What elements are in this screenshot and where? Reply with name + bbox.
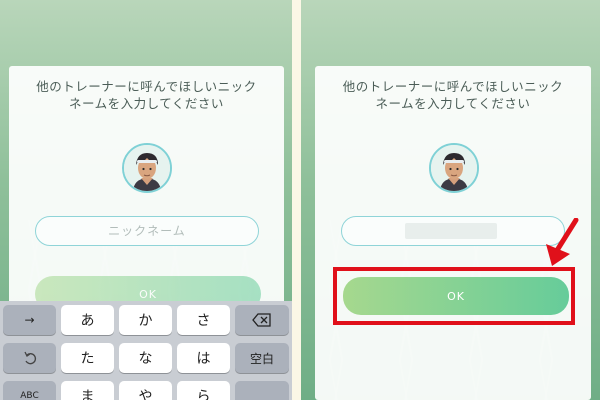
key-ma[interactable]: ま xyxy=(61,381,114,400)
key-ta[interactable]: た xyxy=(61,343,114,373)
trainer-avatar-icon xyxy=(429,143,479,193)
key-space[interactable]: 空白 xyxy=(235,343,289,373)
key-ra[interactable]: ら xyxy=(177,381,230,400)
key-enter[interactable] xyxy=(235,381,289,400)
right-screenshot: 他のトレーナーに呼んでほしいニック ネームを入力してください OK xyxy=(301,0,600,400)
trainer-avatar-icon xyxy=(122,143,172,193)
ok-highlight-box xyxy=(333,267,575,325)
japanese-keyboard: → あ か さ た な は 空白 ABC ま や ら xyxy=(0,301,292,400)
key-ya[interactable]: や xyxy=(119,381,172,400)
undo-icon[interactable] xyxy=(3,343,56,373)
prompt-line-1: 他のトレーナーに呼んでほしいニック xyxy=(36,79,257,94)
key-na[interactable]: な xyxy=(119,343,172,373)
prompt-line-2: ネームを入力してください xyxy=(69,96,224,111)
key-a[interactable]: あ xyxy=(61,305,114,335)
nickname-input[interactable] xyxy=(35,216,259,246)
key-ka[interactable]: か xyxy=(119,305,172,335)
key-sa[interactable]: さ xyxy=(177,305,230,335)
dialog-prompt: 他のトレーナーに呼んでほしいニック ネームを入力してください xyxy=(315,78,591,112)
backspace-icon[interactable] xyxy=(235,305,289,335)
key-next[interactable]: → xyxy=(3,305,56,335)
prompt-line-2: ネームを入力してください xyxy=(375,96,531,111)
prompt-line-1: 他のトレーナーに呼んでほしいニック xyxy=(342,79,564,94)
red-arrow-icon xyxy=(546,218,579,266)
key-ha[interactable]: は xyxy=(177,343,230,373)
dialog-prompt: 他のトレーナーに呼んでほしいニック ネームを入力してください xyxy=(9,78,284,112)
left-screenshot: 他のトレーナーに呼んでほしいニック ネームを入力してください OK → あ か … xyxy=(0,0,292,400)
key-abc[interactable]: ABC xyxy=(3,381,56,400)
masked-nickname xyxy=(405,223,497,239)
